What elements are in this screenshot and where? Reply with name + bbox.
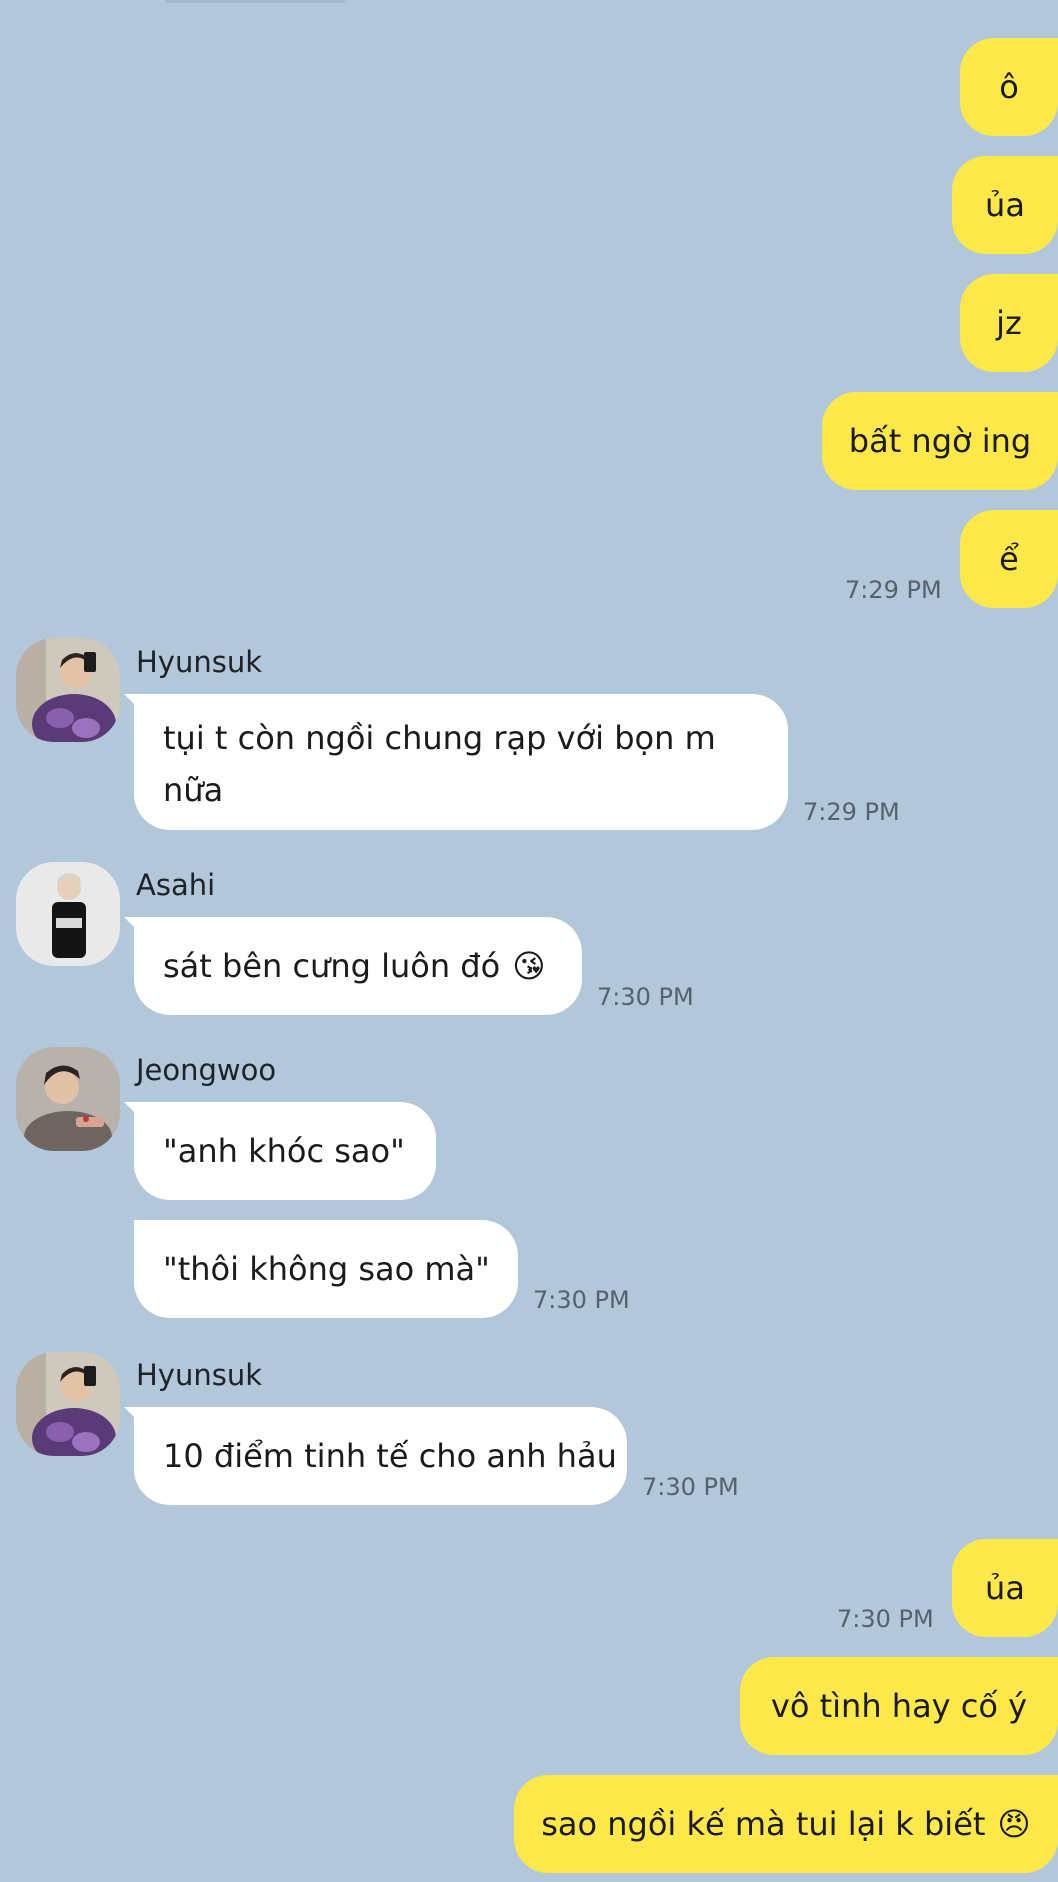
message-text: bất ngờ ing bbox=[848, 422, 1032, 460]
message-text: ủa bbox=[985, 1569, 1025, 1607]
sender-name: Hyunsuk bbox=[136, 645, 263, 679]
avatar-hyunsuk[interactable] bbox=[16, 638, 120, 742]
message-text: ô bbox=[999, 68, 1019, 106]
message-timestamp: 7:30 PM bbox=[642, 1473, 739, 1501]
my-message-bubble[interactable]: bất ngờ ing bbox=[822, 392, 1058, 490]
my-message-bubble[interactable]: ủa bbox=[952, 156, 1058, 254]
avatar-photo-icon bbox=[16, 1047, 120, 1151]
message-text: 10 điểm tinh tế cho anh hảu bbox=[163, 1437, 617, 1475]
message-timestamp: 7:30 PM bbox=[533, 1286, 630, 1314]
avatar-hyunsuk[interactable] bbox=[16, 1352, 120, 1456]
my-message-bubble[interactable]: ô bbox=[960, 38, 1058, 136]
angry-emoji-icon: 😠 bbox=[997, 1805, 1031, 1843]
kiss-emoji-icon: 😘 bbox=[512, 947, 546, 985]
avatar-photo-icon bbox=[16, 1352, 120, 1456]
my-message-bubble[interactable]: ủa bbox=[952, 1539, 1058, 1637]
message-text: tụi t còn ngồi chung rạp với bọn m nữa bbox=[163, 719, 716, 809]
my-message-bubble[interactable]: sao ngồi kế mà tui lại k biết 😠 bbox=[514, 1775, 1058, 1873]
message-text: "thôi không sao mà" bbox=[163, 1250, 490, 1288]
scroll-edge bbox=[165, 0, 345, 3]
message-timestamp: 7:29 PM bbox=[845, 576, 942, 604]
sender-name: Jeongwoo bbox=[136, 1053, 277, 1087]
message-text: jz bbox=[996, 304, 1022, 342]
message-timestamp: 7:30 PM bbox=[597, 983, 694, 1011]
message-timestamp: 7:29 PM bbox=[803, 798, 900, 826]
sender-name: Hyunsuk bbox=[136, 1358, 263, 1392]
their-message-bubble[interactable]: sát bên cưng luôn đó 😘 bbox=[134, 917, 582, 1015]
message-timestamp: 7:30 PM bbox=[837, 1605, 934, 1633]
avatar-jeongwoo[interactable] bbox=[16, 1047, 120, 1151]
their-message-bubble[interactable]: "thôi không sao mà" bbox=[134, 1220, 518, 1318]
avatar-photo-icon bbox=[16, 638, 120, 742]
message-text: vô tình hay cố ý bbox=[770, 1687, 1028, 1725]
their-message-bubble[interactable]: "anh khóc sao" bbox=[134, 1102, 436, 1200]
message-text: sát bên cưng luôn đó bbox=[163, 947, 501, 985]
avatar-asahi[interactable] bbox=[16, 862, 120, 966]
my-message-bubble[interactable]: jz bbox=[960, 274, 1058, 372]
message-text: sao ngồi kế mà tui lại k biết bbox=[541, 1805, 986, 1843]
message-text: ủa bbox=[985, 186, 1025, 224]
my-message-bubble[interactable]: vô tình hay cố ý bbox=[740, 1657, 1058, 1755]
their-message-bubble[interactable]: 10 điểm tinh tế cho anh hảu bbox=[134, 1407, 627, 1505]
message-text: ể bbox=[999, 540, 1019, 578]
avatar-photo-icon bbox=[16, 862, 120, 966]
sender-name: Asahi bbox=[136, 868, 216, 902]
my-message-bubble[interactable]: ể bbox=[960, 510, 1058, 608]
their-message-bubble[interactable]: tụi t còn ngồi chung rạp với bọn m nữa bbox=[134, 694, 788, 830]
message-text: "anh khóc sao" bbox=[163, 1132, 405, 1170]
